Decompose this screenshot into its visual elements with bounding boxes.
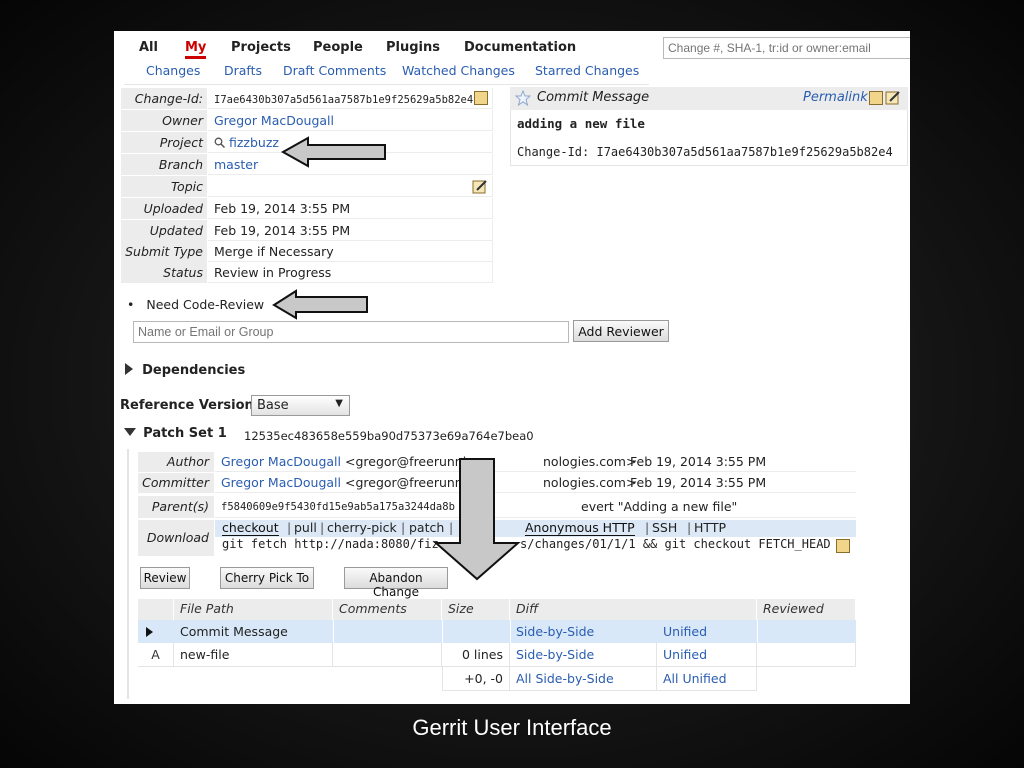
arrow-down-icon — [433, 458, 521, 581]
annotation-overlay — [272, 136, 521, 581]
arrow-left-icon — [272, 289, 368, 320]
gerrit-window: All My Projects People Plugins Documenta… — [114, 31, 910, 704]
slide-caption: Gerrit User Interface — [412, 715, 612, 740]
arrow-left-icon — [280, 136, 386, 168]
